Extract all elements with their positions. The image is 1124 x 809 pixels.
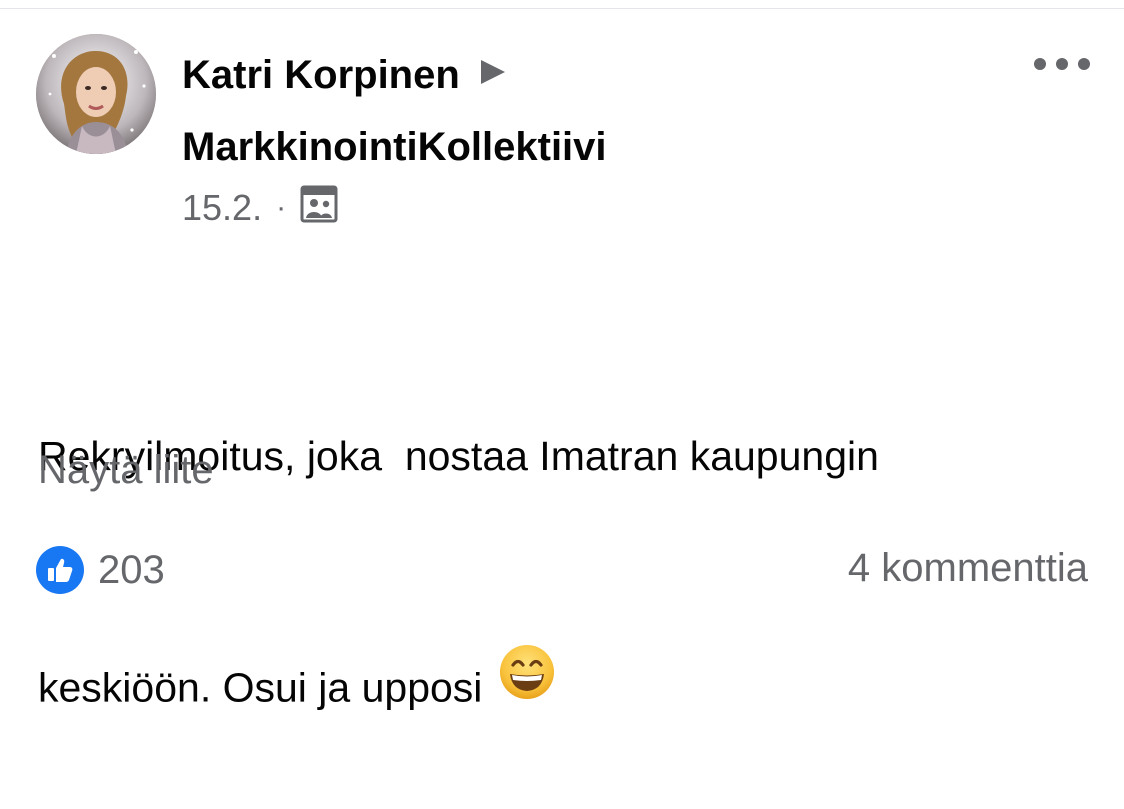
show-attachment-link[interactable]: Näytä liite [38,448,214,493]
meta-separator: · [276,191,287,224]
post-body: Rekryilmoitus, joka nostaa Imatran kaupu… [38,264,1098,809]
reactions-summary[interactable]: 203 [36,546,165,594]
post-text-line-2: keskiöön. Osui ja upposi [38,664,483,711]
post-meta: 15.2. · [182,185,338,232]
post-text-line-2-wrapper: keskiöön. Osui ja upposi [38,645,1098,732]
author-name[interactable]: Katri Korpinen [182,53,460,97]
post-header: Katri Korpinen MarkkinointiKollektiivi [182,50,942,172]
reaction-count: 203 [98,547,165,592]
more-options-icon[interactable] [1034,52,1090,76]
top-divider [0,0,1124,9]
group-name[interactable]: MarkkinointiKollektiivi [182,122,942,172]
post-date[interactable]: 15.2. [182,187,262,229]
avatar[interactable] [36,34,156,154]
thumbs-up-icon [36,546,84,594]
arrow-right-icon [478,49,508,99]
grinning-face-icon [498,643,556,726]
group-icon [300,185,338,232]
comments-count-link[interactable]: 4 kommenttia [848,546,1088,591]
